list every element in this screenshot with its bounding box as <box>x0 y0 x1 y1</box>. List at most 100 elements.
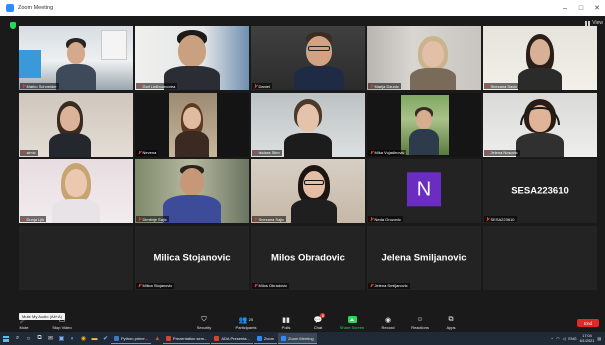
chrome-browser-icon[interactable]: ◉ <box>78 332 89 345</box>
chat-unread-badge: 8 <box>320 313 326 318</box>
participant-name-tag: Nevena <box>136 149 159 156</box>
taskbar-app-python[interactable]: Python prime... <box>111 333 151 344</box>
participant-tile[interactable]: Nevena <box>135 92 249 157</box>
gallery-grid-icon <box>585 20 591 26</box>
participant-silhouette <box>284 98 332 157</box>
taskbar-app-zoom-meeting[interactable]: Zoom Meeting <box>278 333 317 344</box>
participant-tile[interactable]: Snezana Sajic <box>251 159 365 223</box>
windows-taskbar: ⌕ ○ ⧉ ✉ ▣ ◐ ◉ ▬ ✔ Python prime... ▲ Prez… <box>0 332 605 345</box>
participants-button[interactable]: 👥 25 Participants <box>229 315 263 331</box>
mail-icon[interactable]: ✉ <box>45 332 56 345</box>
mic-off-icon <box>138 150 141 155</box>
taskbar-app-powerpoint-1[interactable]: Prezentation sem... <box>162 333 211 344</box>
checkmark-app-icon[interactable]: ✔ <box>100 332 111 345</box>
participant-tile[interactable]: Snezana Savic <box>483 26 597 90</box>
shield-icon: ⛉ <box>201 315 207 323</box>
participant-tile-no-video[interactable]: Jelena Smiljanovic Jelena Smiljanovic <box>367 225 481 290</box>
close-button[interactable]: ✕ <box>589 0 605 16</box>
participant-tile[interactable]: Dimitrije Sajic <box>135 159 249 223</box>
participant-tile-active-speaker[interactable]: Goli Ledbuurcorea <box>135 26 249 90</box>
notifications-icon[interactable]: ▤ <box>597 336 601 341</box>
empty-tile <box>19 225 133 290</box>
end-meeting-button[interactable]: End <box>577 319 599 327</box>
mic-off-icon <box>370 217 373 221</box>
cortana-circle-icon[interactable]: ○ <box>23 332 34 345</box>
clock[interactable]: 17:04 6/1/2021 <box>580 334 595 343</box>
participant-tile[interactable]: Marija Dzunic <box>367 26 481 90</box>
participant-tile[interactable]: Marko Schneider <box>19 26 133 90</box>
apps-button[interactable]: ⧉ Apps <box>434 315 468 331</box>
participant-name-tag: Isidora Stim <box>252 149 282 156</box>
chat-button[interactable]: 💬 8 Chat <box>301 313 335 330</box>
participant-name-tag: Milos Obradovic <box>252 282 290 289</box>
participant-silhouette <box>410 36 457 90</box>
window-controls: – □ ✕ <box>557 0 605 16</box>
gallery-view: Marko Schneider Goli Ledbuurcorea Daniel… <box>19 26 600 294</box>
record-button[interactable]: ◉ Record <box>371 315 405 331</box>
participants-icon: 👥 25 <box>238 316 254 324</box>
participant-silhouette <box>49 100 92 157</box>
participant-silhouette <box>175 102 209 157</box>
participant-display-name: SESA223610 <box>511 185 569 197</box>
participant-name-tag: Jelena Nosovic <box>484 149 520 156</box>
share-screen-icon <box>347 315 357 324</box>
python-icon <box>114 335 119 341</box>
participant-silhouette <box>518 34 562 90</box>
participant-tile-avatar[interactable]: N Neda Orozovic <box>367 159 481 223</box>
search-icon[interactable]: ⌕ <box>12 332 23 345</box>
apps-icon: ⧉ <box>448 315 454 323</box>
polls-button[interactable]: ▮▮ Polls <box>269 315 303 331</box>
minimize-button[interactable]: – <box>557 0 573 16</box>
participant-silhouette <box>516 98 564 157</box>
participant-name-tag: Jelena Smiljanovic <box>368 282 410 289</box>
reactions-button[interactable]: ☺ Reactions <box>403 315 437 330</box>
tray-chevron-icon[interactable]: ^ <box>551 337 553 341</box>
participant-tile[interactable]: Daniel <box>251 26 365 90</box>
mic-off-icon <box>22 84 25 88</box>
window-title: Zoom Meeting <box>18 5 54 11</box>
participant-name-tag: Dunja Ljik <box>20 216 47 222</box>
share-screen-button[interactable]: Share Screen <box>335 315 369 330</box>
taskbar-app-powerpoint-2[interactable]: ADA Presenta... <box>211 333 253 344</box>
language-indicator[interactable]: ENG <box>568 337 576 341</box>
participant-tile-no-video[interactable]: Milica Stojanovic Milica Stojanovic <box>135 225 249 290</box>
network-icon[interactable]: ◠ <box>556 336 559 341</box>
acrobat-icon[interactable]: ▲ <box>152 332 163 345</box>
mic-off-icon <box>254 150 257 155</box>
mic-off-icon <box>138 84 141 88</box>
participant-name-tag: Marko Schneider <box>20 83 59 89</box>
participant-tile[interactable]: Jelena Nosovic <box>483 92 597 157</box>
security-button[interactable]: ⛉ Security <box>187 315 221 331</box>
powerpoint-icon <box>165 335 171 341</box>
edge-browser-icon[interactable]: ◐ <box>67 332 78 345</box>
participant-tile-no-video[interactable]: Milos Obradovic Milos Obradovic <box>251 225 365 290</box>
participant-silhouette <box>294 32 345 90</box>
participant-name-tag: Dimitrije Sajic <box>136 216 169 222</box>
participant-name-tag: Snezana Sajic <box>252 216 287 222</box>
file-explorer-icon[interactable]: ▬ <box>89 332 100 345</box>
start-button[interactable] <box>0 332 12 345</box>
taskbar-app-zoom[interactable]: Zoom <box>253 333 278 344</box>
participant-display-name: Milica Stojanovic <box>153 252 231 263</box>
chat-bubble-icon: 💬 8 <box>313 313 326 324</box>
empty-tile <box>483 225 597 290</box>
task-view-icon[interactable]: ⧉ <box>34 332 45 345</box>
participant-tile-no-video[interactable]: SESA223610 SESA223610 <box>483 159 597 223</box>
windows-logo-icon <box>3 335 9 342</box>
mic-off-icon <box>370 150 373 155</box>
volume-icon[interactable]: ◁ <box>562 336 565 341</box>
maximize-button[interactable]: □ <box>573 0 589 16</box>
zoom-logo-icon <box>6 4 14 12</box>
participant-silhouette <box>56 38 96 90</box>
participant-tile[interactable]: simic <box>19 92 133 157</box>
store-bag-icon[interactable]: ▣ <box>56 332 67 345</box>
mic-off-icon <box>22 150 25 155</box>
meeting-info-shield-icon[interactable] <box>10 22 16 29</box>
participant-silhouette <box>290 165 337 223</box>
participant-name-tag: Milica Stojanovic <box>136 282 175 289</box>
reactions-smiley-icon: ☺ <box>416 316 424 323</box>
powerpoint-icon <box>214 335 220 341</box>
participant-tile[interactable]: Mika Vujadinovic <box>367 92 481 157</box>
participant-tile[interactable]: Dunja Ljik <box>19 159 133 223</box>
participant-tile[interactable]: Isidora Stim <box>251 92 365 157</box>
